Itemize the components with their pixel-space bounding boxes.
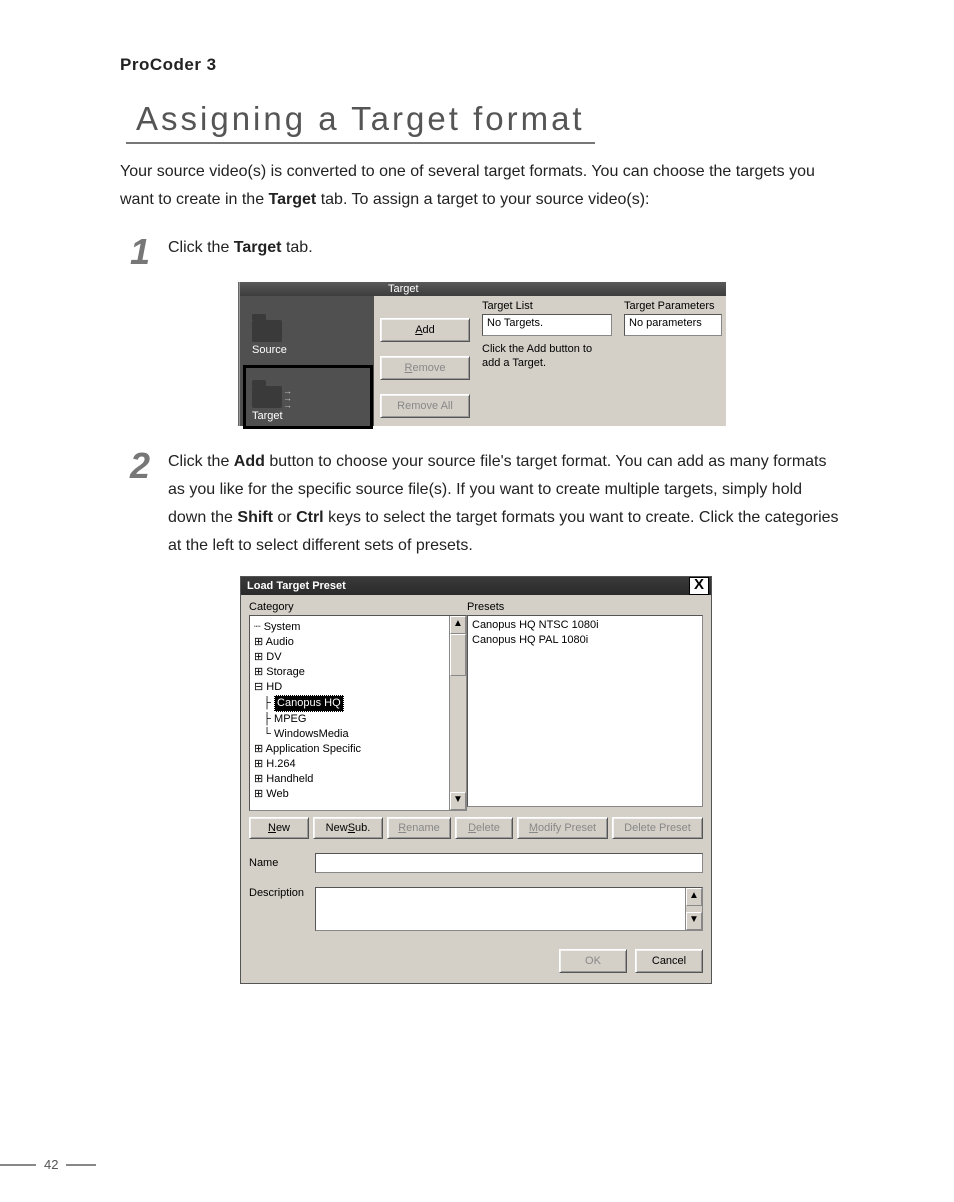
step-2-text: Click the Add button to choose your sour…	[168, 448, 844, 560]
nav-target[interactable]: Target	[246, 368, 370, 426]
s2b3: Ctrl	[296, 509, 324, 526]
target-params-value: No parameters	[624, 314, 722, 336]
remove-all-button[interactable]: Remove All	[380, 394, 470, 418]
new-button[interactable]: New	[249, 817, 309, 839]
intro-text-b: tab. To assign a target to your source v…	[316, 191, 649, 208]
description-input[interactable]: ▲ ▼	[315, 887, 703, 931]
dialog-titlebar: Load Target Preset X	[241, 577, 711, 595]
intro-paragraph: Your source video(s) is converted to one…	[120, 158, 844, 214]
target-list-column: Target List No Targets. Click the Add bu…	[476, 296, 618, 426]
s2b1: Add	[234, 453, 265, 470]
s2a: Click the	[168, 453, 234, 470]
screenshot-target-tab: Target Source Target Add Remove Remove A…	[240, 282, 726, 426]
remove-rest: emove	[412, 362, 445, 374]
step-2-number: 2	[110, 448, 150, 560]
button-column: Add Remove Remove All	[374, 296, 476, 426]
ok-button[interactable]: OK	[559, 949, 627, 973]
tree-handheld[interactable]: ⊞ Handheld	[254, 772, 462, 787]
s2b2: Shift	[237, 509, 273, 526]
tree-audio[interactable]: ⊞ Audio	[254, 635, 462, 650]
step-1-number: 1	[110, 234, 150, 270]
preset-item-2[interactable]: Canopus HQ PAL 1080i	[472, 633, 698, 648]
tree-windowsmedia[interactable]: └ WindowsMedia	[254, 727, 462, 742]
delete-preset-button[interactable]: Delete Preset	[612, 817, 703, 839]
remove-u: R	[405, 362, 413, 374]
scroll-thumb[interactable]	[450, 634, 466, 676]
tree-dv[interactable]: ⊞ DV	[254, 650, 462, 665]
rename-button[interactable]: Rename	[387, 817, 451, 839]
presets-list[interactable]: Canopus HQ NTSC 1080i Canopus HQ PAL 108…	[467, 615, 703, 807]
intro-bold: Target	[269, 191, 317, 208]
add-rest: dd	[423, 324, 435, 336]
tree-application-specific[interactable]: ⊞ Application Specific	[254, 742, 462, 757]
tab-strip: Target	[240, 282, 726, 296]
footer-line-right	[66, 1164, 96, 1166]
category-label: Category	[249, 601, 467, 613]
preset-item-1[interactable]: Canopus HQ NTSC 1080i	[472, 618, 698, 633]
scroll-down-icon[interactable]: ▼	[450, 792, 466, 810]
folder-icon	[252, 320, 282, 342]
close-icon[interactable]: X	[689, 577, 709, 595]
category-tree[interactable]: ┈ System ⊞ Audio ⊞ DV ⊞ Storage ⊟ HD ├ C…	[249, 615, 467, 811]
remove-button[interactable]: Remove	[380, 356, 470, 380]
nav-source-label: Source	[252, 344, 287, 356]
presets-label: Presets	[467, 601, 703, 613]
description-scrollbar[interactable]: ▲ ▼	[685, 888, 702, 930]
delete-button[interactable]: Delete	[455, 817, 513, 839]
nav-source[interactable]: Source	[246, 302, 370, 360]
tree-mpeg[interactable]: ├ MPEG	[254, 712, 462, 727]
tab-target[interactable]: Target	[388, 283, 419, 295]
add-u: A	[415, 324, 422, 336]
tree-web[interactable]: ⊞ Web	[254, 787, 462, 802]
scroll-up-icon[interactable]: ▲	[450, 616, 466, 634]
section-title: Assigning a Target format	[126, 100, 595, 144]
description-label: Description	[249, 887, 305, 899]
new-sub-button[interactable]: New Sub.	[313, 817, 383, 839]
target-params-header: Target Parameters	[624, 300, 722, 312]
target-list-header: Target List	[482, 300, 612, 312]
desc-scroll-down-icon[interactable]: ▼	[686, 912, 702, 930]
screenshot-load-target-preset: Load Target Preset X Category ┈ System ⊞…	[240, 576, 712, 984]
tree-canopus-hq[interactable]: ├ Canopus HQ	[254, 695, 462, 712]
add-button[interactable]: Add	[380, 318, 470, 342]
step1-b: tab.	[282, 239, 313, 256]
nav-target-label: Target	[252, 410, 283, 422]
target-list-value: No Targets.	[482, 314, 612, 336]
s2c: or	[273, 509, 296, 526]
footer-line-left	[0, 1164, 36, 1166]
page-number: 42	[44, 1157, 58, 1172]
dialog-title: Load Target Preset	[247, 580, 346, 592]
product-title: ProCoder 3	[120, 55, 844, 75]
page-footer: 42	[0, 1157, 96, 1172]
nav-column: Source Target	[240, 296, 374, 426]
cancel-button[interactable]: Cancel	[635, 949, 703, 973]
tree-h264[interactable]: ⊞ H.264	[254, 757, 462, 772]
step1-a: Click the	[168, 239, 234, 256]
step-1-text: Click the Target tab.	[168, 234, 844, 270]
target-list-hint: Click the Add button to add a Target.	[482, 342, 612, 371]
tree-system[interactable]: ┈ System	[254, 620, 462, 635]
desc-scroll-up-icon[interactable]: ▲	[686, 888, 702, 906]
tree-storage[interactable]: ⊞ Storage	[254, 665, 462, 680]
step1-bold: Target	[234, 239, 282, 256]
tree-hd[interactable]: ⊟ HD	[254, 680, 462, 695]
folder-arrows-icon	[252, 386, 282, 408]
name-label: Name	[249, 857, 305, 869]
name-input[interactable]	[315, 853, 703, 873]
modify-preset-button[interactable]: Modify Preset	[517, 817, 608, 839]
target-params-column: Target Parameters No parameters	[618, 296, 726, 426]
tree-scrollbar[interactable]: ▲ ▼	[449, 616, 466, 810]
